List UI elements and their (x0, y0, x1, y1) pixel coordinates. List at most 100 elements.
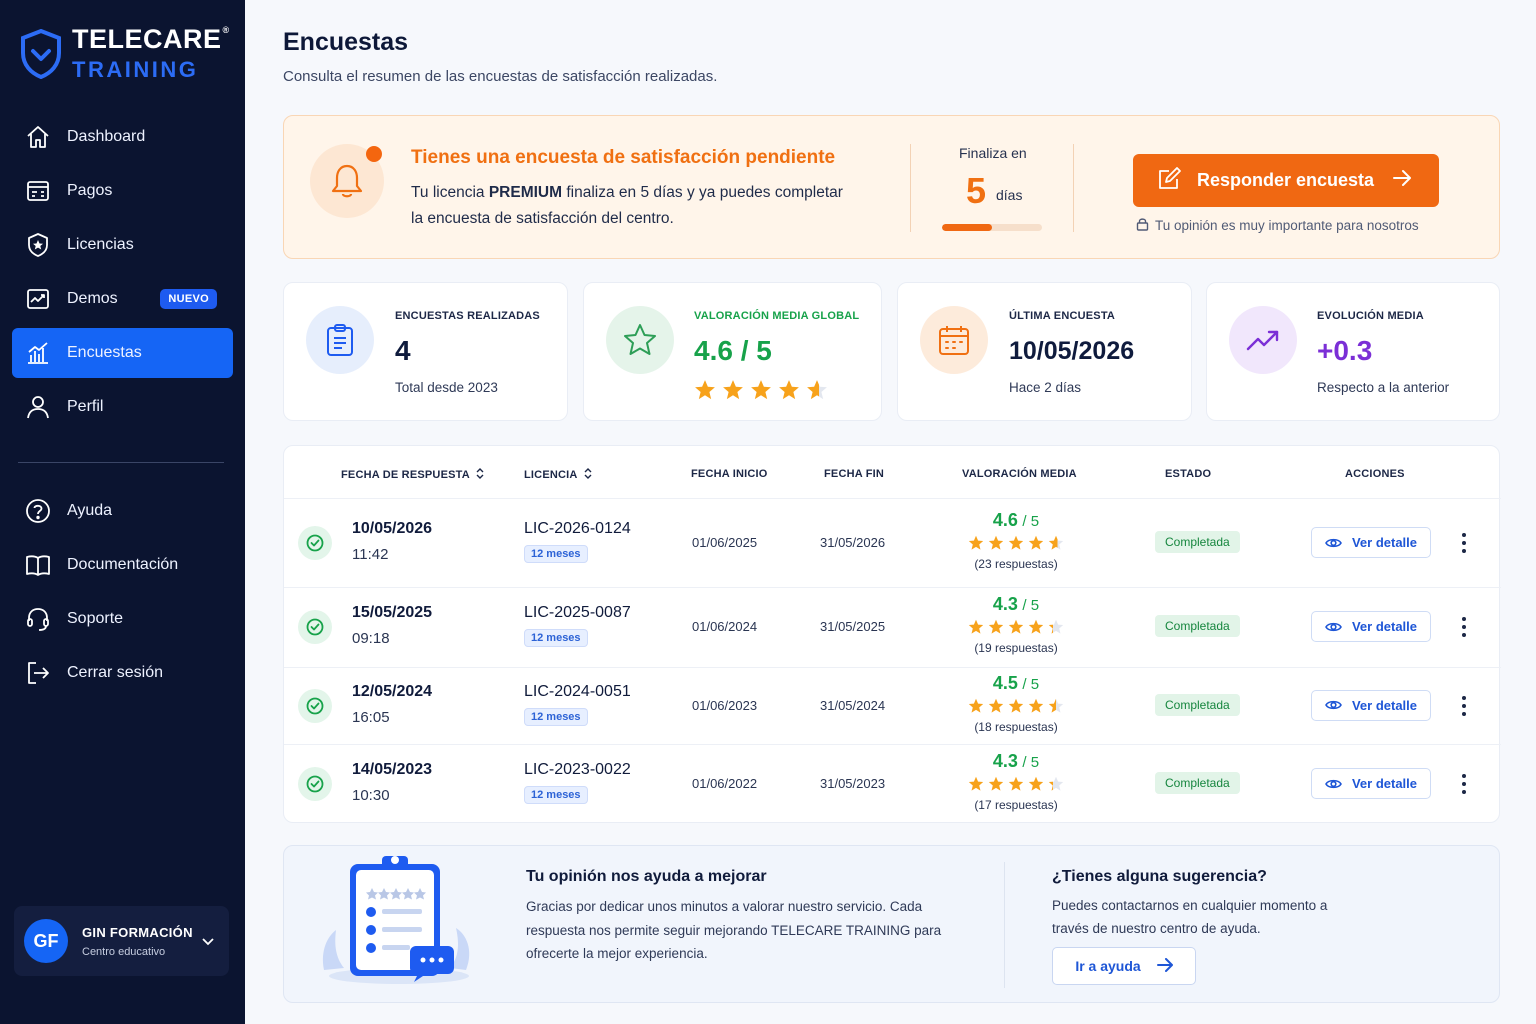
ends-label: Finaliza en (959, 145, 1027, 161)
privacy-note: Tu opinión es muy importante para nosotr… (1136, 217, 1419, 234)
more-options-icon[interactable] (1456, 774, 1472, 794)
end-date: 31/05/2024 (820, 697, 886, 713)
view-detail-label: Ver detalle (1351, 776, 1418, 791)
status-badge: Completada (1155, 531, 1240, 553)
sidebar-item-pagos[interactable]: Pagos (12, 166, 233, 216)
sidebar-item-documentacion[interactable]: Documentación (12, 540, 233, 590)
response-datetime: 12/05/2024 16:05 (352, 683, 432, 726)
column-header-fecha-respuesta[interactable]: FECHA DE RESPUESTA (341, 468, 484, 482)
user-menu[interactable]: GF GIN FORMACIÓN Centro educativo (14, 906, 229, 976)
sidebar: TELECARE® TRAINING Dashboard Pagos Licen… (0, 0, 245, 1024)
row-divider (284, 667, 1501, 668)
duration-tag: 12 meses (524, 629, 588, 647)
status-badge: Completada (1155, 772, 1240, 794)
demo-chart-icon (24, 285, 52, 313)
star-icon (779, 380, 799, 400)
rating-scale: / 5 (1022, 597, 1040, 614)
sidebar-item-ayuda[interactable]: Ayuda (12, 486, 233, 536)
column-header-licencia[interactable]: LICENCIA (524, 468, 592, 482)
user-role: Centro educativo (82, 945, 166, 958)
secondary-nav: Ayuda Documentación Soporte Cerrar sesió… (12, 486, 233, 702)
stat-value: 10/05/2026 (1009, 337, 1135, 365)
brand-logo[interactable]: TELECARE® TRAINING (20, 26, 230, 81)
rating-cell: 4.3 / 5 (17 respuestas) (946, 751, 1086, 812)
eye-icon (1325, 700, 1342, 710)
clipboard-icon (306, 306, 374, 374)
status-badge: Completada (1155, 693, 1240, 716)
chevron-down-icon[interactable] (201, 934, 215, 953)
invoice-icon (24, 177, 52, 205)
star-icon (988, 535, 1004, 550)
star-icon (695, 380, 715, 400)
view-detail-label: Ver detalle (1351, 697, 1418, 713)
response-datetime: 15/05/2025 09:18 (352, 604, 432, 647)
column-header-fecha-inicio: FECHA INICIO (691, 468, 768, 480)
star-icon (968, 619, 984, 634)
user-icon (24, 393, 52, 421)
start-date: 01/06/2022 (692, 776, 758, 791)
sidebar-item-label: Licencias (67, 236, 134, 253)
license-cell: LIC-2023-0022 12 meses (524, 761, 631, 804)
rating-stars (946, 535, 1086, 551)
sidebar-item-cerrar-sesion[interactable]: Cerrar sesión (12, 648, 233, 698)
divider (910, 144, 911, 232)
license-type: PREMIUM (488, 184, 563, 201)
bar-chart-icon (24, 339, 52, 367)
sidebar-item-licencias[interactable]: Licencias (12, 220, 233, 270)
row-divider (284, 744, 1501, 745)
star-icon (1048, 698, 1064, 713)
more-options-icon[interactable] (1456, 533, 1472, 553)
home-icon (24, 123, 52, 151)
eye-icon (1325, 538, 1342, 547)
sidebar-item-label: Perfil (67, 398, 104, 415)
check-circle-icon (298, 610, 332, 644)
stat-sub: Respecto a la anterior (1317, 380, 1450, 395)
end-date: 31/05/2023 (820, 776, 886, 791)
rating-scale: / 5 (1022, 754, 1040, 771)
headset-icon (24, 605, 52, 633)
column-header-acciones: ACCIONES (1345, 468, 1405, 480)
check-circle-icon (298, 688, 332, 723)
book-icon (24, 551, 52, 579)
divider (1004, 862, 1005, 988)
start-date: 01/06/2025 (692, 535, 758, 550)
duration-tag: 12 meses (524, 786, 588, 804)
sidebar-item-encuestas[interactable]: Encuestas (12, 328, 233, 378)
sidebar-item-label: Pagos (67, 182, 113, 199)
sidebar-item-label: Soporte (67, 610, 124, 627)
view-detail-button[interactable]: Ver detalle (1311, 527, 1431, 558)
more-options-icon[interactable] (1456, 695, 1472, 716)
sidebar-item-dashboard[interactable]: Dashboard (12, 112, 233, 162)
stat-label: VALORACIÓN MEDIA GLOBAL (694, 310, 860, 322)
stat-label: ENCUESTAS REALIZADAS (395, 310, 540, 322)
license-code: LIC-2025-0087 (524, 604, 631, 621)
star-icon (988, 698, 1004, 713)
go-to-help-button[interactable]: Ir a ayuda (1052, 947, 1196, 985)
sidebar-item-soporte[interactable]: Soporte (12, 594, 233, 644)
view-detail-button[interactable]: Ver detalle (1311, 611, 1431, 642)
sidebar-item-perfil[interactable]: Perfil (12, 382, 233, 432)
rating-stars (946, 776, 1086, 792)
brand-line2: TRAINING (72, 57, 199, 82)
response-datetime: 10/05/2026 11:42 (352, 520, 432, 563)
sort-icon (584, 468, 592, 482)
alert-title: Tienes una encuesta de satisfacción pend… (411, 147, 836, 168)
response-count: (17 respuestas) (974, 798, 1058, 812)
view-detail-button[interactable]: Ver detalle (1311, 768, 1431, 799)
view-detail-button[interactable]: Ver detalle (1311, 689, 1431, 721)
response-time: 11:42 (352, 546, 389, 563)
rating-stars (946, 698, 1086, 714)
answer-survey-button[interactable]: Responder encuesta (1133, 154, 1439, 207)
sidebar-item-demos[interactable]: Demos NUEVO (12, 274, 233, 324)
eye-icon (1325, 779, 1342, 788)
stat-value: +0.3 (1317, 335, 1373, 366)
rating-cell: 4.3 / 5 (19 respuestas) (946, 594, 1086, 655)
more-options-icon[interactable] (1456, 617, 1472, 637)
star-icon (1048, 535, 1064, 550)
response-date: 15/05/2025 (352, 604, 433, 621)
new-badge: NUEVO (160, 289, 217, 309)
stat-card-global-rating: VALORACIÓN MEDIA GLOBAL 4.6 / 5 (583, 282, 882, 421)
stat-label: EVOLUCIÓN MEDIA (1317, 310, 1424, 322)
response-time: 09:18 (352, 630, 390, 647)
rating-value: 4.3 (992, 751, 1018, 771)
